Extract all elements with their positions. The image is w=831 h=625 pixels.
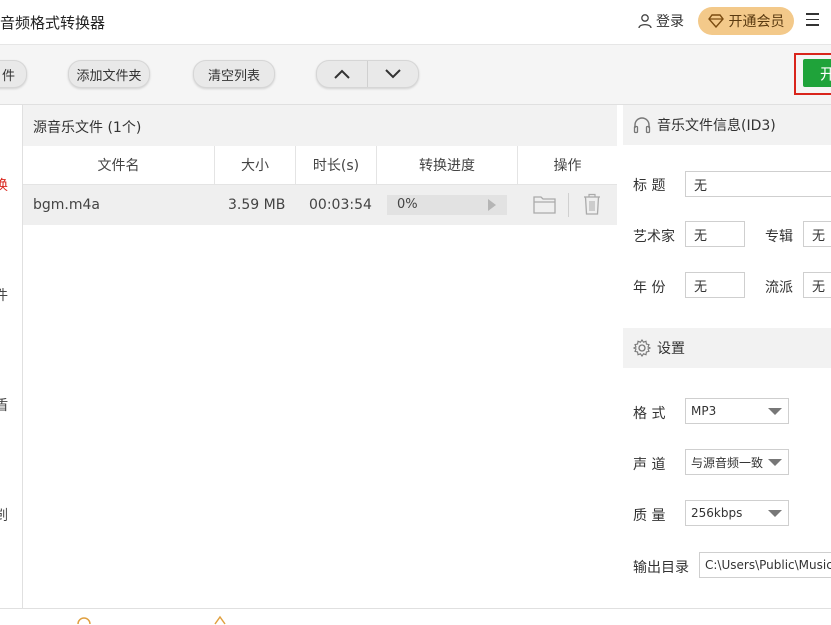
column-progress: 转换进度 [377,146,518,184]
vip-button[interactable]: 开通会员 [698,7,794,35]
artist-label: 艺术家 [633,229,675,245]
login-label: 登录 [656,14,684,30]
year-label: 年 份 [633,280,666,296]
move-down-button[interactable] [368,61,418,87]
title-bar: 音频格式转换器 登录 开通会员 [0,0,831,45]
gear-icon [633,339,651,357]
file-panel-header: 源音乐文件 (1个) [23,105,617,147]
sidebar-item-4[interactable]: 剀 [0,505,8,525]
chevron-down-icon [385,69,401,79]
id3-header-label: 音乐文件信息(ID3) [657,118,776,134]
toolbar: 件 添加文件夹 清空列表 [0,45,831,105]
login-button[interactable]: 登录 [637,11,684,31]
id3-header: 音乐文件信息(ID3) [623,105,831,145]
format-label: 格 式 [633,406,666,422]
column-filename: 文件名 [23,146,215,184]
artist-field[interactable]: 无 [685,221,745,247]
channel-label: 声 道 [633,457,666,473]
title-label: 标 题 [633,178,666,194]
dropdown-arrow-icon [768,408,782,415]
column-actions: 操作 [553,158,582,174]
file-name: bgm.m4a [33,197,100,213]
table-row[interactable]: bgm.m4a 3.59 MB 00:03:54 0% [23,185,617,225]
settings-header-label: 设置 [657,341,685,357]
bottom-bar [0,608,831,625]
add-file-label: 件 [1,68,15,84]
move-buttons [316,60,419,88]
format-value: MP3 [691,404,717,418]
channel-select[interactable]: 与源音频一致 [685,449,789,475]
table-header: 文件名 大小 时长(s) 转换进度 操作 [23,146,617,185]
progress-text: 0% [397,197,418,212]
diamond-icon [707,14,724,28]
start-convert-button[interactable]: 开 [803,59,831,87]
file-size: 3.59 MB [228,197,286,213]
sidebar-item-convert[interactable]: 换 [0,175,8,195]
vip-label: 开通会员 [728,14,785,30]
album-label: 专辑 [765,229,793,245]
channel-value: 与源音频一致 [691,455,764,470]
dropdown-arrow-icon [768,510,782,517]
column-duration: 时长(s) [296,146,377,184]
right-panel: 音乐文件信息(ID3) 标 题 无 艺术家 无 专辑 无 年 份 无 流派 无 … [618,105,831,608]
genre-label: 流派 [765,280,793,296]
play-icon[interactable] [487,199,497,211]
output-dir-field[interactable]: C:\Users\Public\Music [699,552,831,578]
title-field[interactable]: 无 [685,171,831,197]
quality-label: 质 量 [633,508,666,524]
chevron-up-icon [334,69,350,79]
delete-icon[interactable] [582,193,602,215]
column-size: 大小 [215,146,296,184]
settings-header: 设置 [623,328,831,368]
partial-icon-2 [214,615,226,625]
genre-field[interactable]: 无 [803,272,831,298]
folder-icon[interactable] [533,194,556,214]
move-up-button[interactable] [317,61,367,87]
progress-bar: 0% [387,195,507,215]
dropdown-arrow-icon [768,459,782,466]
add-file-button[interactable]: 件 [0,60,27,88]
partial-icon [77,617,91,625]
sidebar-item-3[interactable]: 盾 [0,395,8,415]
quality-select[interactable]: 256kbps [685,500,789,526]
file-list-panel: 源音乐文件 (1个) 文件名 大小 时长(s) 转换进度 操作 bgm.m4a … [23,105,617,608]
file-panel-title: 源音乐文件 (1个) [33,120,142,136]
add-folder-button[interactable]: 添加文件夹 [68,60,150,88]
album-field[interactable]: 无 [803,221,831,247]
year-field[interactable]: 无 [685,272,745,298]
sidebar: 换 件 盾 剀 [0,105,23,608]
quality-value: 256kbps [691,506,743,520]
sidebar-item-file[interactable]: 件 [0,285,8,305]
headphones-icon [633,117,651,134]
file-duration: 00:03:54 [309,197,372,213]
clear-list-button[interactable]: 清空列表 [193,60,275,88]
format-select[interactable]: MP3 [685,398,789,424]
menu-icon[interactable] [806,13,819,27]
output-dir-label: 输出目录 [633,560,689,576]
app-title: 音频格式转换器 [0,14,106,32]
user-icon [638,14,652,29]
